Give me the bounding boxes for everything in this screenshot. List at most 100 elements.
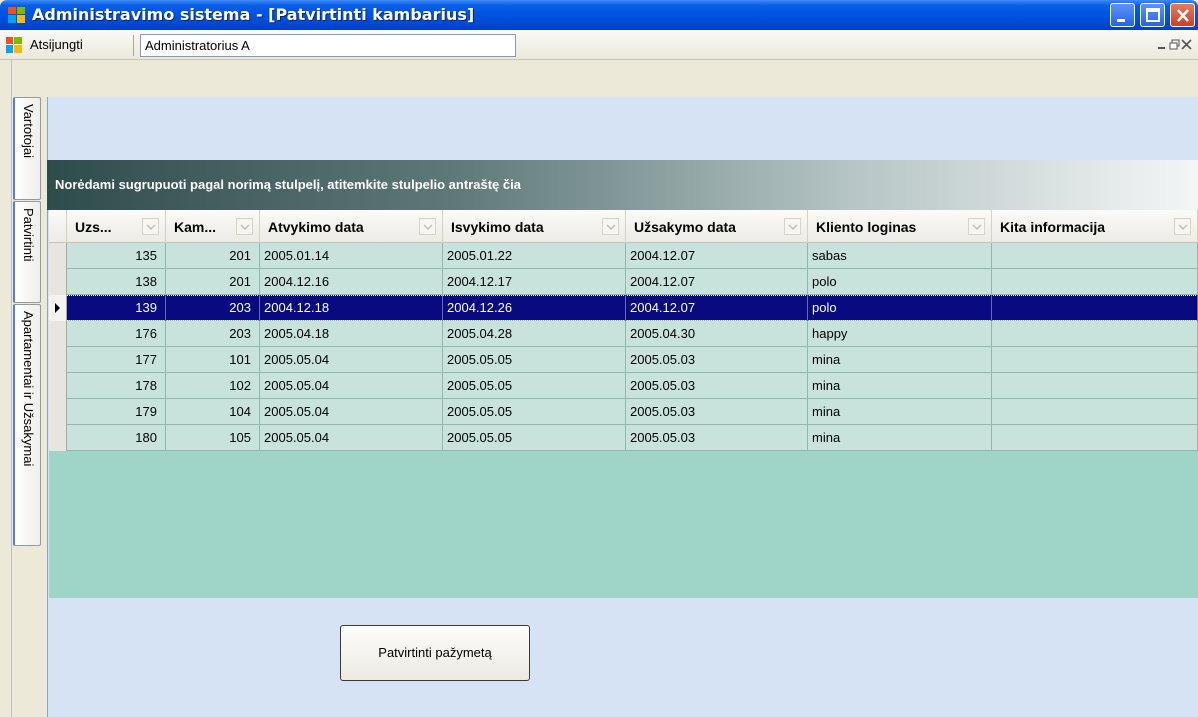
column-header[interactable]: Kita informacija [992,210,1198,243]
table-cell[interactable] [992,269,1198,295]
chevron-down-icon[interactable] [602,218,619,235]
table-row[interactable]: 176 203 2005.04.18 2005.04.28 2005.04.30 happ… [49,321,1198,347]
table-cell[interactable]: 2004.12.18 [260,295,443,321]
table-cell[interactable]: 2005.04.28 [443,321,626,347]
table-cell[interactable]: 105 [166,425,260,451]
table-cell[interactable]: 2005.05.05 [443,399,626,425]
table-cell[interactable] [992,321,1198,347]
table-cell[interactable]: 102 [166,373,260,399]
table-cell[interactable]: 2005.05.04 [260,399,443,425]
chevron-down-icon[interactable] [236,218,253,235]
table-cell[interactable]: 2005.05.05 [443,425,626,451]
table-cell[interactable] [992,399,1198,425]
table-cell[interactable]: 203 [166,295,260,321]
mdi-minimize-icon[interactable] [1157,39,1168,50]
column-header[interactable]: Uzs... [67,210,166,243]
table-cell[interactable]: 2005.05.03 [626,399,808,425]
table-cell[interactable]: mina [808,373,992,399]
table-cell[interactable] [992,425,1198,451]
chevron-down-icon[interactable] [784,218,801,235]
column-header[interactable]: Isvykimo data [443,210,626,243]
row-selector[interactable] [49,269,67,295]
table-cell[interactable]: mina [808,399,992,425]
table-cell[interactable]: 138 [67,269,166,295]
row-selector[interactable] [49,399,67,425]
row-selector[interactable] [49,373,67,399]
table-cell[interactable]: 2005.01.22 [443,243,626,269]
table-cell[interactable]: 2005.05.03 [626,425,808,451]
table-row[interactable]: 178 102 2005.05.04 2005.05.05 2005.05.03 mina [49,373,1198,399]
table-cell[interactable] [992,373,1198,399]
logout-menu-item[interactable]: Atsijungti [30,37,83,52]
table-cell[interactable]: 2005.05.05 [443,373,626,399]
mdi-restore-icon[interactable] [1169,39,1180,50]
table-cell[interactable]: 2005.05.03 [626,347,808,373]
table-cell[interactable]: 203 [166,321,260,347]
table-cell[interactable]: mina [808,347,992,373]
table-cell[interactable]: 201 [166,243,260,269]
table-cell[interactable]: 2004.12.17 [443,269,626,295]
chevron-down-icon[interactable] [419,218,436,235]
column-header[interactable]: Užsakymo data [626,210,808,243]
tab-vartotojai[interactable]: Vartotojai [13,97,41,200]
table-cell[interactable]: 176 [67,321,166,347]
table-cell[interactable] [992,295,1198,321]
table-row[interactable]: 138 201 2004.12.16 2004.12.17 2004.12.07 polo [49,269,1198,295]
bookings-grid[interactable]: Uzs... Kam... Atvykimo data Isvykimo data Už… [49,210,1198,598]
title-bar[interactable]: Administravimo sistema - [Patvirtinti ka… [0,0,1198,30]
row-selector[interactable] [49,347,67,373]
table-cell[interactable]: 135 [67,243,166,269]
table-cell[interactable]: 2004.12.07 [626,295,808,321]
table-cell[interactable]: 2004.12.16 [260,269,443,295]
table-cell[interactable] [992,347,1198,373]
close-button[interactable] [1170,3,1195,27]
table-cell[interactable] [992,243,1198,269]
table-cell[interactable]: 180 [67,425,166,451]
table-cell[interactable]: 2004.12.26 [443,295,626,321]
table-cell[interactable]: 2004.12.07 [626,269,808,295]
table-cell[interactable]: polo [808,295,992,321]
table-cell[interactable]: 2005.05.04 [260,425,443,451]
table-cell[interactable]: 101 [166,347,260,373]
table-cell[interactable]: 177 [67,347,166,373]
table-cell[interactable]: 2004.12.07 [626,243,808,269]
group-by-panel[interactable]: Norėdami sugrupuoti pagal norimą stulpel… [47,160,1198,210]
table-cell[interactable]: 2005.04.30 [626,321,808,347]
table-cell[interactable]: 179 [67,399,166,425]
table-row[interactable]: 180 105 2005.05.04 2005.05.05 2005.05.03 mina [49,425,1198,451]
table-cell[interactable]: 104 [166,399,260,425]
chevron-down-icon[interactable] [968,218,985,235]
minimize-button[interactable] [1110,3,1135,27]
table-cell[interactable]: 2005.05.04 [260,373,443,399]
row-selector[interactable] [49,321,67,347]
mdi-close-icon[interactable] [1181,39,1192,50]
table-cell[interactable]: 2005.05.03 [626,373,808,399]
table-cell[interactable]: polo [808,269,992,295]
table-cell[interactable]: 2005.01.14 [260,243,443,269]
table-cell[interactable]: mina [808,425,992,451]
table-cell[interactable]: 2005.05.05 [443,347,626,373]
table-row[interactable]: 179 104 2005.05.04 2005.05.05 2005.05.03 mina [49,399,1198,425]
row-selector[interactable] [49,295,67,321]
column-header[interactable]: Atvykimo data [260,210,443,243]
table-row[interactable]: 177 101 2005.05.04 2005.05.05 2005.05.03 mina [49,347,1198,373]
chevron-down-icon[interactable] [142,218,159,235]
tab-apartamentai[interactable]: Apartamentai ir Užsakymai [13,304,41,546]
tab-patvirtinti[interactable]: Patvirtinti [13,201,41,303]
table-cell[interactable]: 2005.05.04 [260,347,443,373]
row-selector[interactable] [49,425,67,451]
table-cell[interactable]: 2005.04.18 [260,321,443,347]
table-cell[interactable]: 201 [166,269,260,295]
table-cell[interactable]: 139 [67,295,166,321]
table-row[interactable]: 139 203 2004.12.18 2004.12.26 2004.12.07 polo [49,295,1198,321]
table-cell[interactable]: 178 [67,373,166,399]
chevron-down-icon[interactable] [1174,218,1191,235]
user-field[interactable]: Administratorius A [140,34,516,57]
table-cell[interactable]: sabas [808,243,992,269]
column-header[interactable]: Kliento loginas [808,210,992,243]
table-row[interactable]: 135 201 2005.01.14 2005.01.22 2004.12.07 saba… [49,243,1198,269]
confirm-selected-button[interactable]: Patvirtinti pažymetą [340,625,530,681]
maximize-button[interactable] [1140,3,1165,27]
column-header[interactable]: Kam... [166,210,260,243]
table-cell[interactable]: happy [808,321,992,347]
